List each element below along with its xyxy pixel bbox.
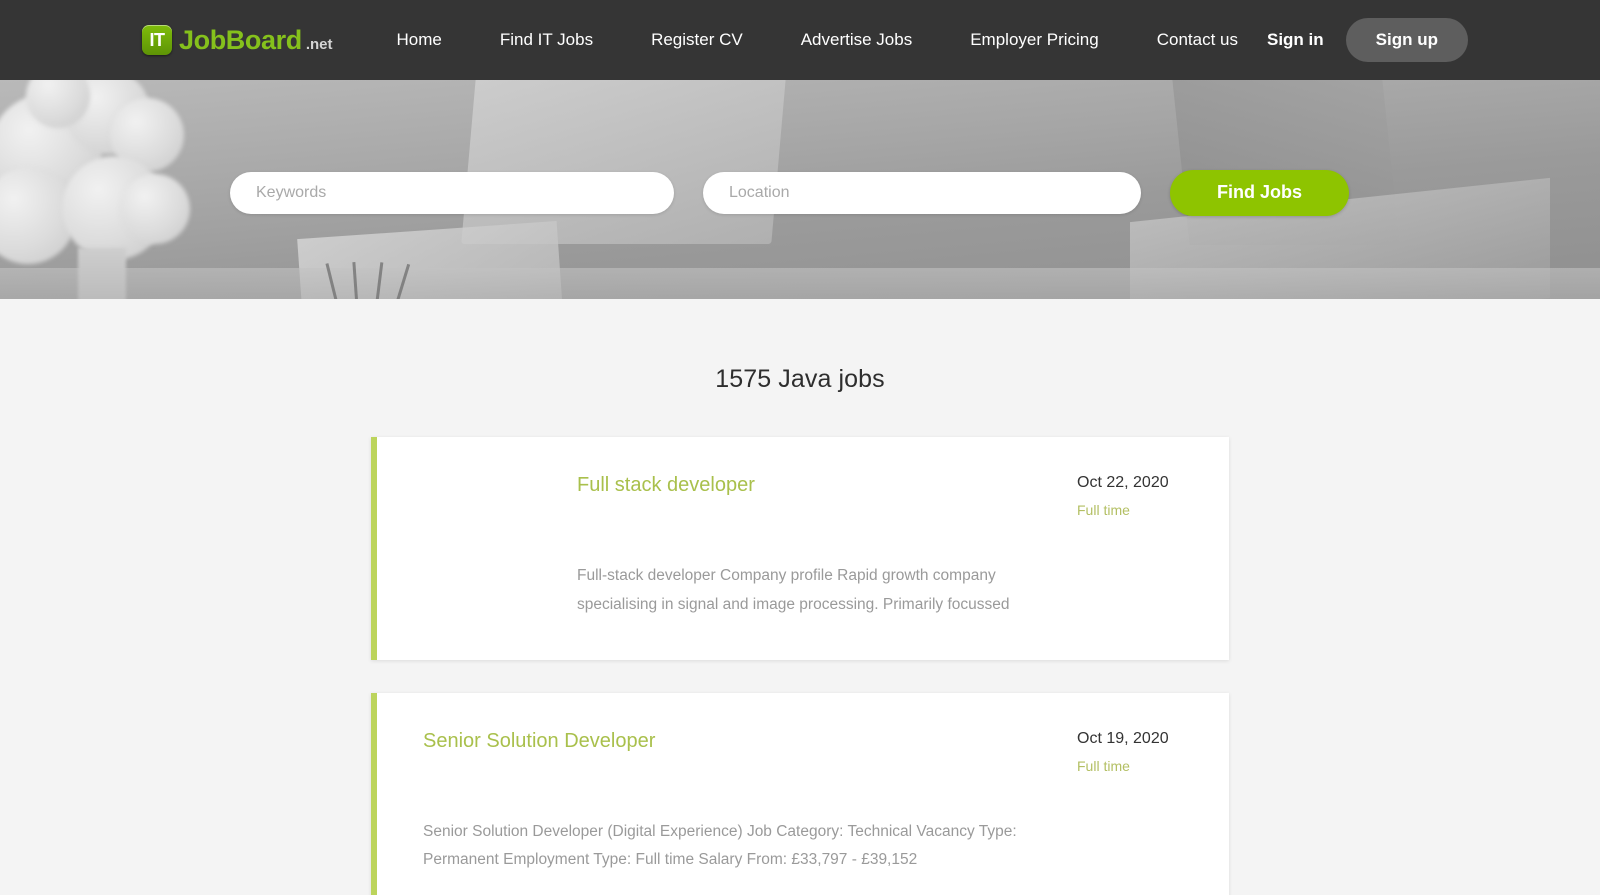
- nav-item-find-it-jobs[interactable]: Find IT Jobs: [471, 30, 622, 50]
- logo-it-badge-icon: IT: [142, 25, 172, 55]
- nav-item-contact-us[interactable]: Contact us: [1128, 30, 1267, 50]
- site-header: IT JobBoard .net Home Find IT Jobs Regis…: [0, 0, 1600, 80]
- results-section: 1575 Java jobs Full stack developer Oct …: [0, 299, 1600, 895]
- nav-item-employer-pricing[interactable]: Employer Pricing: [941, 30, 1128, 50]
- job-results-list: Full stack developer Oct 22, 2020 Full t…: [371, 437, 1229, 895]
- job-posted-date: Oct 19, 2020: [1077, 729, 1169, 747]
- sign-in-link[interactable]: Sign in: [1267, 30, 1324, 50]
- results-count-heading: 1575 Java jobs: [715, 365, 885, 393]
- nav-item-home[interactable]: Home: [396, 30, 470, 50]
- logo-wordmark: JobBoard: [179, 24, 302, 55]
- job-card[interactable]: Senior Solution Developer Oct 19, 2020 F…: [371, 692, 1229, 895]
- nav-item-register-cv[interactable]: Register CV: [622, 30, 772, 50]
- sign-up-button[interactable]: Sign up: [1345, 18, 1468, 62]
- job-employment-type: Full time: [1077, 502, 1130, 519]
- location-input[interactable]: [703, 171, 1141, 214]
- job-card[interactable]: Full stack developer Oct 22, 2020 Full t…: [371, 437, 1229, 660]
- job-description: Senior Solution Developer (Digital Exper…: [423, 822, 1017, 869]
- logo-tld: .net: [305, 35, 333, 53]
- job-meta: Oct 22, 2020 Full time: [1077, 473, 1185, 518]
- main-navigation: Home Find IT Jobs Register CV Advertise …: [396, 30, 1267, 50]
- job-description: Full-stack developer Company profile Rap…: [577, 567, 1010, 613]
- job-employment-type: Full time: [1077, 757, 1130, 774]
- find-jobs-button[interactable]: Find Jobs: [1170, 169, 1349, 216]
- auth-actions: Sign in Sign up: [1267, 18, 1468, 62]
- job-posted-date: Oct 22, 2020: [1077, 474, 1169, 491]
- nav-item-advertise-jobs[interactable]: Advertise Jobs: [772, 30, 942, 50]
- job-meta: Oct 19, 2020 Full time: [1077, 729, 1185, 774]
- hero-search-banner: Find Jobs: [0, 80, 1600, 299]
- job-title-link[interactable]: Full stack developer: [577, 473, 755, 497]
- job-title-link[interactable]: Senior Solution Developer: [423, 729, 655, 753]
- keywords-input[interactable]: [230, 171, 674, 214]
- site-logo[interactable]: IT JobBoard .net: [142, 25, 332, 56]
